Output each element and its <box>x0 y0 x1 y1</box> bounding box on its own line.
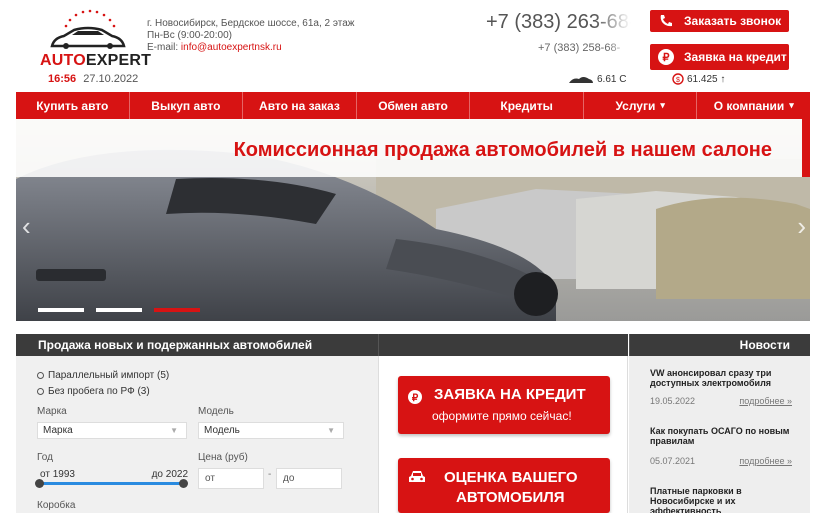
main-nav: Купить авто Выкуп авто Авто на заказ Обм… <box>16 92 810 119</box>
weather-widget: 6.61 С <box>567 73 626 85</box>
svg-text:₽: ₽ <box>412 393 419 404</box>
car-logo-icon <box>50 26 126 49</box>
email-line: E-mail: info@autoexpertnsk.ru <box>147 42 282 53</box>
chevron-down-icon: ▾ <box>789 100 794 110</box>
email-link[interactable]: info@autoexpertnsk.ru <box>181 42 282 53</box>
logo-text: AUTOEXPERT <box>40 52 152 69</box>
price-from-input[interactable]: от <box>198 468 264 489</box>
address: г. Новосибирск, Бердское шоссе, 61а, 2 э… <box>147 18 355 29</box>
hero-slider[interactable]: Комиссионная продажа автомобилей в нашем… <box>16 119 810 321</box>
weather-value: 6.61 С <box>597 73 627 85</box>
nav-car-to-order[interactable]: Авто на заказ <box>243 92 357 119</box>
svg-text:$: $ <box>676 77 680 84</box>
slider-dot-active[interactable] <box>154 308 200 312</box>
make-select[interactable]: Марка ▼ <box>37 422 187 439</box>
currency-widget: $ 61.425 ↑ <box>672 73 725 85</box>
year-from: от 1993 <box>40 469 75 480</box>
car-icon <box>409 471 425 482</box>
slider-dot[interactable] <box>96 308 142 312</box>
current-time: 16:56 <box>48 73 77 85</box>
order-call-label: Заказать звонок <box>684 14 782 28</box>
banner-title: Комиссионная продажа автомобилей в нашем… <box>233 139 772 161</box>
nav-about[interactable]: О компании ▾ <box>697 92 810 119</box>
evaluation-title-line1: ОЦЕНКА ВАШЕГО <box>444 469 578 486</box>
radio-button[interactable] <box>37 372 44 379</box>
slider-prev-icon[interactable]: ‹ <box>22 211 31 242</box>
news-heading: Новости <box>629 334 810 356</box>
news-item-date: 05.07.2021 <box>650 456 696 466</box>
nav-car-exchange[interactable]: Обмен авто <box>357 92 471 119</box>
news-item-title[interactable]: Платные парковки в Новосибирске и их эфф… <box>650 486 800 513</box>
main-phone[interactable]: +7 (383) 263-68-6 <box>486 11 631 34</box>
gearbox-label: Коробка <box>37 500 76 511</box>
nav-services[interactable]: Услуги ▾ <box>584 92 698 119</box>
year-max-handle[interactable] <box>179 479 188 488</box>
news-more-link[interactable]: подробнее » <box>739 396 792 406</box>
working-hours: Пн-Вс (9:00-20:00) <box>147 30 232 41</box>
phone-icon <box>660 15 672 27</box>
parallel-import-option[interactable]: Параллельный импорт (5) <box>37 370 169 381</box>
site-header: AUTOEXPERT 16:56 27.10.2022 г. Новосибир… <box>0 0 820 90</box>
chevron-down-icon: ▼ <box>327 426 335 435</box>
year-label: Год <box>37 452 53 463</box>
currency-value: 61.425 ↑ <box>687 73 726 85</box>
evaluation-title-line2: АВТОМОБИЛЯ <box>456 489 565 506</box>
slider-dot[interactable] <box>38 308 84 312</box>
year-min-handle[interactable] <box>35 479 44 488</box>
ruble-icon: ₽ <box>408 390 422 404</box>
year-range-values: от 1993 до 2022 <box>40 469 188 480</box>
current-date: 27.10.2022 <box>83 73 139 85</box>
news-item-title[interactable]: VW анонсировал сразу три доступных элект… <box>650 368 800 388</box>
year-range-track[interactable] <box>38 482 184 485</box>
chevron-down-icon: ▼ <box>170 426 178 435</box>
currency-icon: $ <box>672 73 684 85</box>
banner-accent-bar <box>802 119 810 177</box>
model-select[interactable]: Модель ▼ <box>198 422 344 439</box>
make-label: Марка <box>37 406 67 417</box>
price-dash: - <box>268 469 272 480</box>
promo-heading-bar <box>378 334 628 356</box>
nav-car-buyout[interactable]: Выкуп авто <box>130 92 244 119</box>
car-evaluation-button[interactable]: ОЦЕНКА ВАШЕГО АВТОМОБИЛЯ <box>398 458 610 513</box>
no-mileage-option[interactable]: Без пробега по РФ (3) <box>37 386 150 397</box>
credit-request-label: Заявка на кредит <box>684 50 787 64</box>
current-datetime: 16:56 27.10.2022 <box>48 73 138 85</box>
credit-promo-subtitle: оформите прямо сейчас! <box>432 409 572 423</box>
slider-next-icon[interactable]: › <box>797 211 806 242</box>
chevron-down-icon: ▾ <box>660 100 665 110</box>
promo-column: ₽ ЗАЯВКА НА КРЕДИТ оформите прямо сейчас… <box>378 356 628 513</box>
news-item-date: 19.05.2022 <box>650 396 696 406</box>
news-panel: VW анонсировал сразу три доступных элект… <box>629 356 810 513</box>
price-label: Цена (руб) <box>198 452 248 463</box>
svg-text:₽: ₽ <box>663 52 670 64</box>
credit-promo-title: ЗАЯВКА НА КРЕДИТ <box>434 386 586 403</box>
radio-button[interactable] <box>37 388 44 395</box>
nav-credits[interactable]: Кредиты <box>470 92 584 119</box>
nav-buy-car[interactable]: Купить авто <box>16 92 130 119</box>
order-call-button[interactable]: Заказать звонок <box>650 10 789 32</box>
news-item-title[interactable]: Как покупать ОСАГО по новым правилам <box>650 426 800 446</box>
ruble-icon: ₽ <box>658 49 674 65</box>
alt-phone[interactable]: +7 (383) 258-68- <box>538 42 630 54</box>
credit-request-button[interactable]: ₽ Заявка на кредит <box>650 44 789 70</box>
search-heading: Продажа новых и подержанных автомобилей <box>16 334 378 356</box>
logo[interactable]: AUTOEXPERT <box>40 8 151 70</box>
contact-info: г. Новосибирск, Бердское шоссе, 61а, 2 э… <box>147 18 355 54</box>
year-range-fill <box>38 482 184 485</box>
car-search-form: Параллельный импорт (5) Без пробега по Р… <box>16 356 378 513</box>
slider-pagination <box>38 308 200 312</box>
price-to-input[interactable]: до <box>276 468 342 489</box>
weather-icon <box>569 77 593 83</box>
news-more-link[interactable]: подробнее » <box>739 456 792 466</box>
model-label: Модель <box>198 406 234 417</box>
credit-promo-button[interactable]: ₽ ЗАЯВКА НА КРЕДИТ оформите прямо сейчас… <box>398 376 610 434</box>
